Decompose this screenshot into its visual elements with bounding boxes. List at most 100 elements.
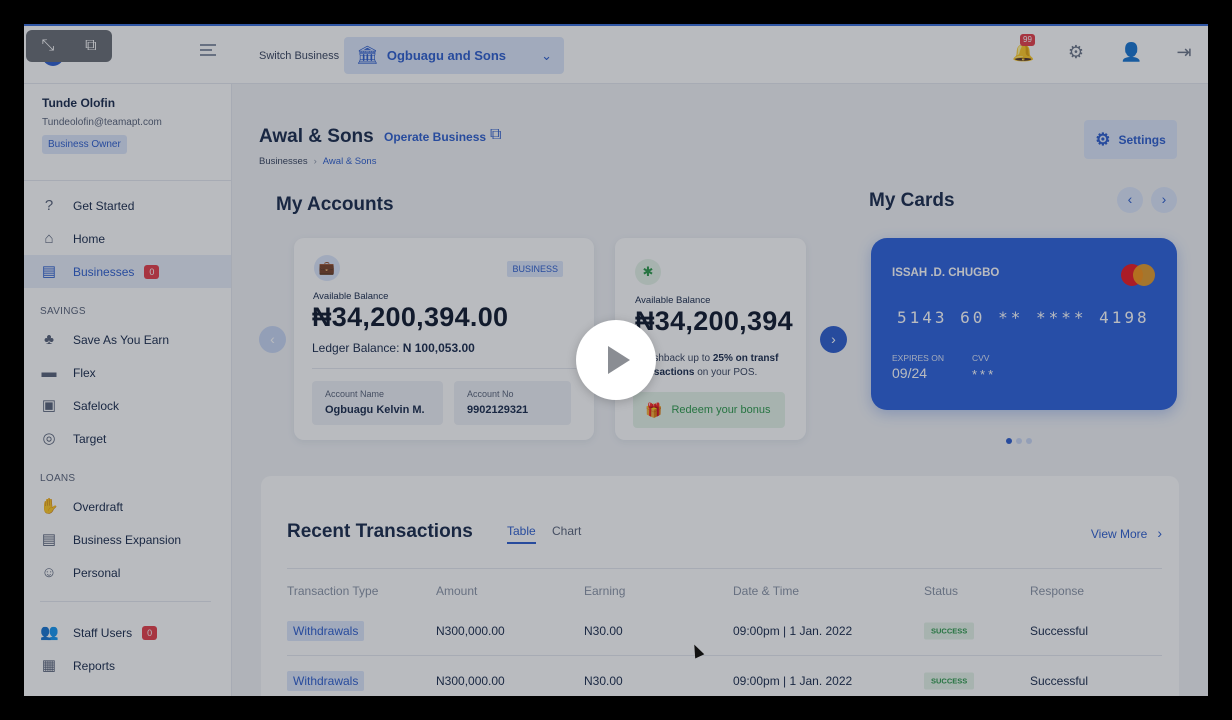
- tab-table[interactable]: Table: [507, 524, 536, 544]
- play-button-icon[interactable]: [576, 320, 656, 400]
- sidebar-nav: ? Get Started ⌂ Home ▤ Businesses 0 SAVINGS …: [24, 181, 231, 682]
- selected-business: Ogbuagu and Sons: [386, 48, 507, 63]
- sidebar-item-label: Safelock: [73, 398, 120, 413]
- table-header-row: Transaction Type Amount Earning Date & T…: [287, 578, 1162, 602]
- view-more-label: View More: [1090, 527, 1148, 541]
- card-divider: [312, 368, 576, 369]
- view-more-link[interactable]: View More ›: [1091, 525, 1162, 541]
- card-number: 5143 60 ** **** 4198: [897, 308, 1150, 327]
- expand-icon[interactable]: ⤡: [41, 37, 54, 55]
- redeem-bonus-button[interactable]: 🎁 Redeem your bonus: [633, 392, 785, 428]
- chevron-right-icon: ›: [1161, 191, 1167, 207]
- operate-business-link[interactable]: Operate Business: [384, 130, 486, 144]
- transaction-type-tag: Withdrawals: [287, 671, 365, 691]
- column-header: Transaction Type: [287, 584, 379, 598]
- breadcrumb-current: Awal & Sons: [322, 156, 377, 167]
- cvv-value: ***: [972, 367, 997, 382]
- gear-icon[interactable]: ⚙: [1066, 42, 1086, 62]
- settings-button[interactable]: ⚙ Settings: [1084, 120, 1177, 159]
- mastercard-logo-icon: [1121, 264, 1155, 286]
- users-icon: 👥: [40, 623, 59, 641]
- loans-heading: LOANS: [40, 473, 76, 484]
- sidebar-item-flex[interactable]: ▬ Flex: [24, 356, 231, 389]
- window-controls: ⤡ ⧉: [26, 30, 112, 62]
- tab-chart[interactable]: Chart: [552, 524, 581, 538]
- personal-loan-icon: ☺: [41, 563, 57, 581]
- sidebar-item-business-expansion[interactable]: ▤ Business Expansion: [24, 523, 231, 556]
- wallet-icon: ▬: [41, 363, 57, 381]
- role-badge: Business Owner: [42, 135, 127, 154]
- account-number-box: Account No 9902129321: [454, 381, 571, 425]
- status-badge: SUCCESS: [924, 622, 975, 639]
- sidebar-item-label: Personal: [73, 565, 121, 580]
- table-divider: [287, 568, 1162, 569]
- sidebar-item-label: Business Expansion: [73, 532, 182, 547]
- sidebar-item-home[interactable]: ⌂ Home: [24, 222, 231, 255]
- user-block: Tunde Olofin Tundeolofin@teamapt.com Bus…: [24, 84, 231, 181]
- sidebar-item-label: Overdraft: [73, 499, 124, 514]
- sidebar-item-staff-users[interactable]: 👥 Staff Users 0: [24, 616, 231, 649]
- sidebar-item-safelock[interactable]: ▣ Safelock: [24, 389, 231, 422]
- sidebar-item-target[interactable]: ◎ Target: [24, 422, 231, 455]
- table-row[interactable]: Withdrawals N300,000.00 N30.00 09:00pm |…: [287, 606, 1162, 656]
- bonus-badge-icon: ✱: [635, 259, 661, 285]
- gift-icon: 🎁: [645, 401, 663, 418]
- accounts-prev-button[interactable]: ‹: [259, 326, 286, 353]
- sidebar-item-label: Businesses: [73, 264, 135, 279]
- datetime-cell: 09:00pm | 1 Jan. 2022: [733, 674, 853, 688]
- expires-label: EXPIRES ON: [892, 353, 944, 363]
- carousel-dot[interactable]: [1026, 438, 1032, 444]
- sidebar-item-label: Home: [73, 231, 106, 246]
- response-cell: Successful: [1030, 674, 1089, 688]
- switch-business-dropdown[interactable]: 🏛 Ogbuagu and Sons ⌄: [344, 37, 564, 74]
- sidebar-item-save-as-you-earn[interactable]: ♣ Save As You Earn: [24, 323, 231, 356]
- sidebar-item-label: Target: [73, 431, 107, 446]
- user-email: Tundeolofin@teamapt.com: [42, 117, 162, 128]
- recent-transactions-heading: Recent Transactions: [287, 521, 473, 542]
- sidebar-item-personal[interactable]: ☺ Personal: [24, 556, 231, 589]
- carousel-dot[interactable]: [1006, 438, 1012, 444]
- store-icon: ▤: [41, 262, 57, 280]
- cards-prev-button[interactable]: ‹: [1117, 187, 1143, 213]
- sidebar-item-label: Get Started: [73, 198, 135, 213]
- expires-value: 09/24: [892, 365, 928, 381]
- sidebar-item-overdraft[interactable]: ✋ Overdraft: [24, 490, 231, 523]
- help-icon: ?: [44, 196, 54, 214]
- account-number-label: Account No: [467, 389, 514, 399]
- sidebar-item-businesses[interactable]: ▤ Businesses 0: [24, 255, 231, 288]
- sidebar-divider: [40, 601, 211, 602]
- picture-in-picture-icon[interactable]: ⧉: [85, 37, 96, 55]
- my-accounts-heading: My Accounts: [276, 194, 394, 215]
- sidebar-item-reports[interactable]: ▦ Reports: [24, 649, 231, 682]
- notification-bell-icon[interactable]: 🔔 99: [1012, 34, 1035, 62]
- account-name-label: Account Name: [325, 389, 385, 399]
- user-name: Tunde Olofin: [42, 96, 116, 110]
- sidebar-item-get-started[interactable]: ? Get Started: [24, 189, 231, 222]
- column-header: Date & Time: [733, 584, 800, 598]
- cards-next-button[interactable]: ›: [1151, 187, 1177, 213]
- debit-card[interactable]: ISSAH .D. CHUGBO 5143 60 ** **** 4198 EX…: [871, 238, 1177, 410]
- datetime-cell: 09:00pm | 1 Jan. 2022: [733, 623, 853, 638]
- chevron-right-icon: ›: [1157, 525, 1162, 541]
- user-profile-icon[interactable]: 👤: [1120, 42, 1142, 62]
- account-card-business[interactable]: 💼 BUSINESS Available Balance ₦34,200,394…: [294, 238, 594, 440]
- account-number-value[interactable]: 9902129321: [467, 404, 558, 416]
- carousel-dot[interactable]: [1016, 438, 1022, 444]
- my-cards-heading: My Cards: [869, 190, 955, 211]
- amount-cell: N300,000.00: [436, 623, 505, 638]
- main-content: Awal & Sons Operate Business ⧉ Businesse…: [232, 84, 1208, 696]
- transaction-type-tag: Withdrawals: [287, 620, 365, 641]
- logout-icon[interactable]: ⇥: [1174, 42, 1194, 62]
- hamburger-menu-icon[interactable]: [200, 44, 216, 58]
- table-row[interactable]: Withdrawals N300,000.00 N30.00 09:00pm |…: [287, 656, 1162, 696]
- column-header: Status: [924, 584, 959, 598]
- available-balance-label: Available Balance: [635, 295, 711, 306]
- card-carousel-dots[interactable]: [1006, 438, 1032, 444]
- recent-transactions-panel: Recent Transactions Table Chart View Mor…: [261, 476, 1179, 696]
- accounts-next-button[interactable]: ›: [820, 326, 847, 353]
- gear-icon: ⚙: [1095, 129, 1111, 149]
- status-badge: SUCCESS: [924, 672, 975, 690]
- breadcrumb-root[interactable]: Businesses: [259, 156, 308, 167]
- page-title: Awal & Sons: [259, 126, 374, 147]
- external-link-icon[interactable]: ⧉: [490, 126, 501, 144]
